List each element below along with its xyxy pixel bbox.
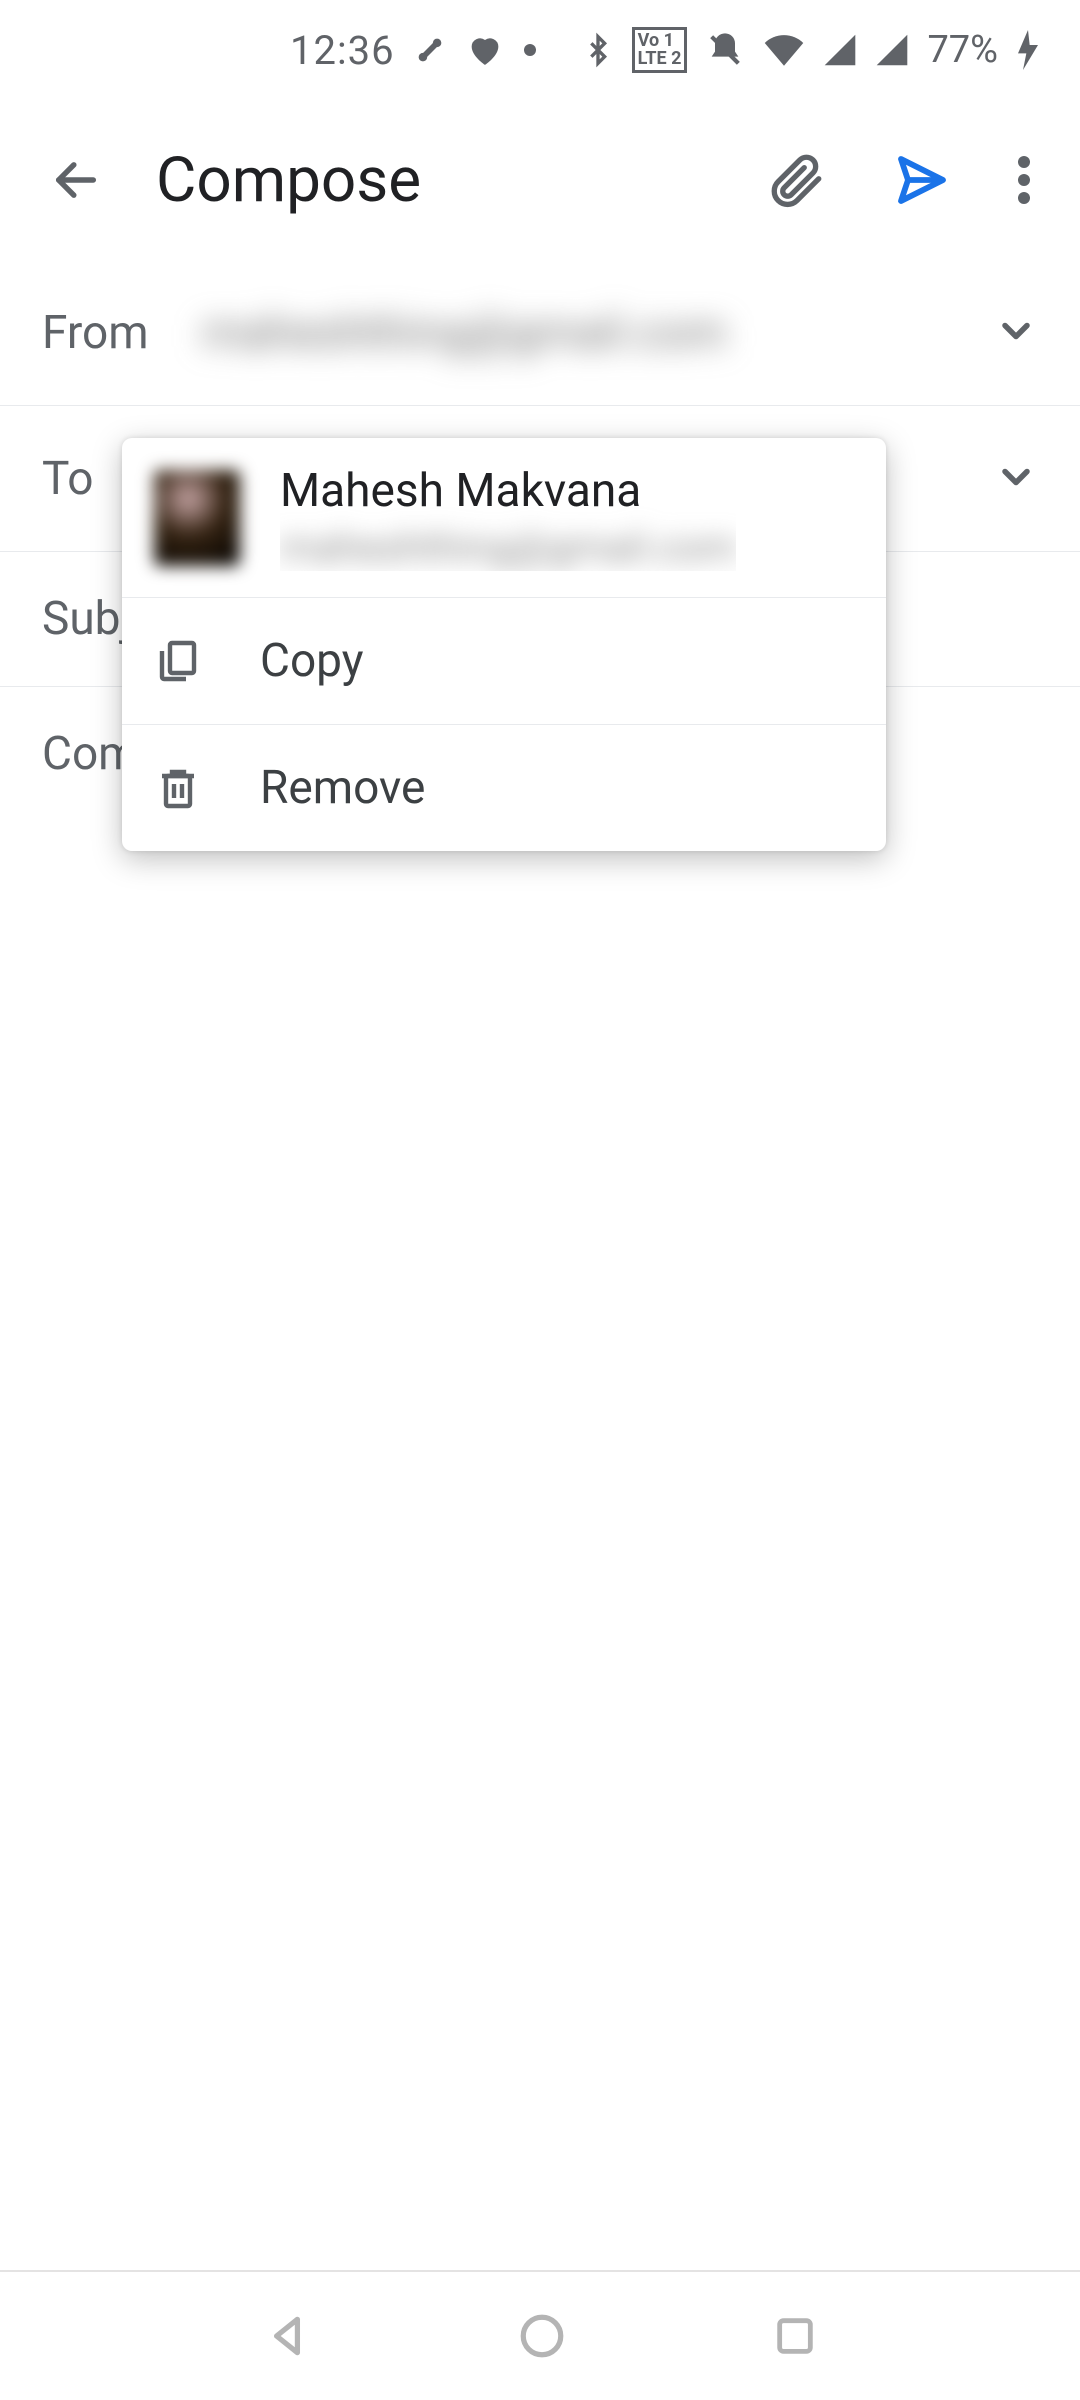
system-nav-bar [0, 2270, 1080, 2400]
heart-icon [465, 30, 505, 70]
volte-icon: Vo 1LTE 2 [632, 27, 688, 73]
battery-percent: 77% [927, 28, 998, 72]
trash-icon [154, 764, 202, 812]
copy-icon [154, 637, 202, 685]
status-bar: 12:36 Vo 1LTE 2 77% [0, 0, 1080, 100]
to-expand-icon[interactable] [974, 455, 1038, 503]
nav-home-button[interactable] [517, 2311, 567, 2361]
overflow-menu-button[interactable] [1004, 142, 1044, 218]
page-title: Compose [156, 144, 714, 217]
from-label: From [42, 306, 202, 360]
send-button[interactable] [880, 138, 964, 222]
copy-action[interactable]: Copy [122, 598, 886, 725]
from-expand-icon[interactable] [974, 309, 1038, 357]
copy-label: Copy [260, 634, 364, 688]
avatar [154, 470, 240, 566]
back-button[interactable] [36, 140, 116, 220]
remove-label: Remove [260, 761, 425, 815]
dnd-icon [705, 30, 745, 70]
recipient-context-menu: Mahesh Makvana maheshthing@gmail.com Cop… [122, 438, 886, 851]
wifi-icon [763, 33, 805, 67]
nearby-icon [413, 33, 447, 67]
contact-name: Mahesh Makvana [280, 464, 736, 518]
dot-icon [523, 43, 537, 57]
contact-email: maheshthing@gmail.com [280, 524, 736, 571]
app-bar: Compose [0, 100, 1080, 260]
from-field[interactable]: From maheshthing@gmail.com [0, 260, 1080, 406]
signal1-icon [823, 33, 857, 67]
status-left-group: 12:36 [290, 27, 537, 74]
status-right-group: Vo 1LTE 2 77% [582, 27, 1040, 73]
nav-back-button[interactable] [262, 2311, 312, 2361]
attach-button[interactable] [754, 137, 840, 223]
remove-action[interactable]: Remove [122, 725, 886, 851]
clock: 12:36 [290, 27, 395, 74]
from-value: maheshthing@gmail.com [202, 306, 974, 360]
popup-contact-row[interactable]: Mahesh Makvana maheshthing@gmail.com [122, 438, 886, 598]
bluetooth-icon [582, 30, 614, 70]
signal2-icon [875, 33, 909, 67]
nav-recent-button[interactable] [772, 2313, 818, 2359]
charging-icon [1016, 30, 1040, 70]
